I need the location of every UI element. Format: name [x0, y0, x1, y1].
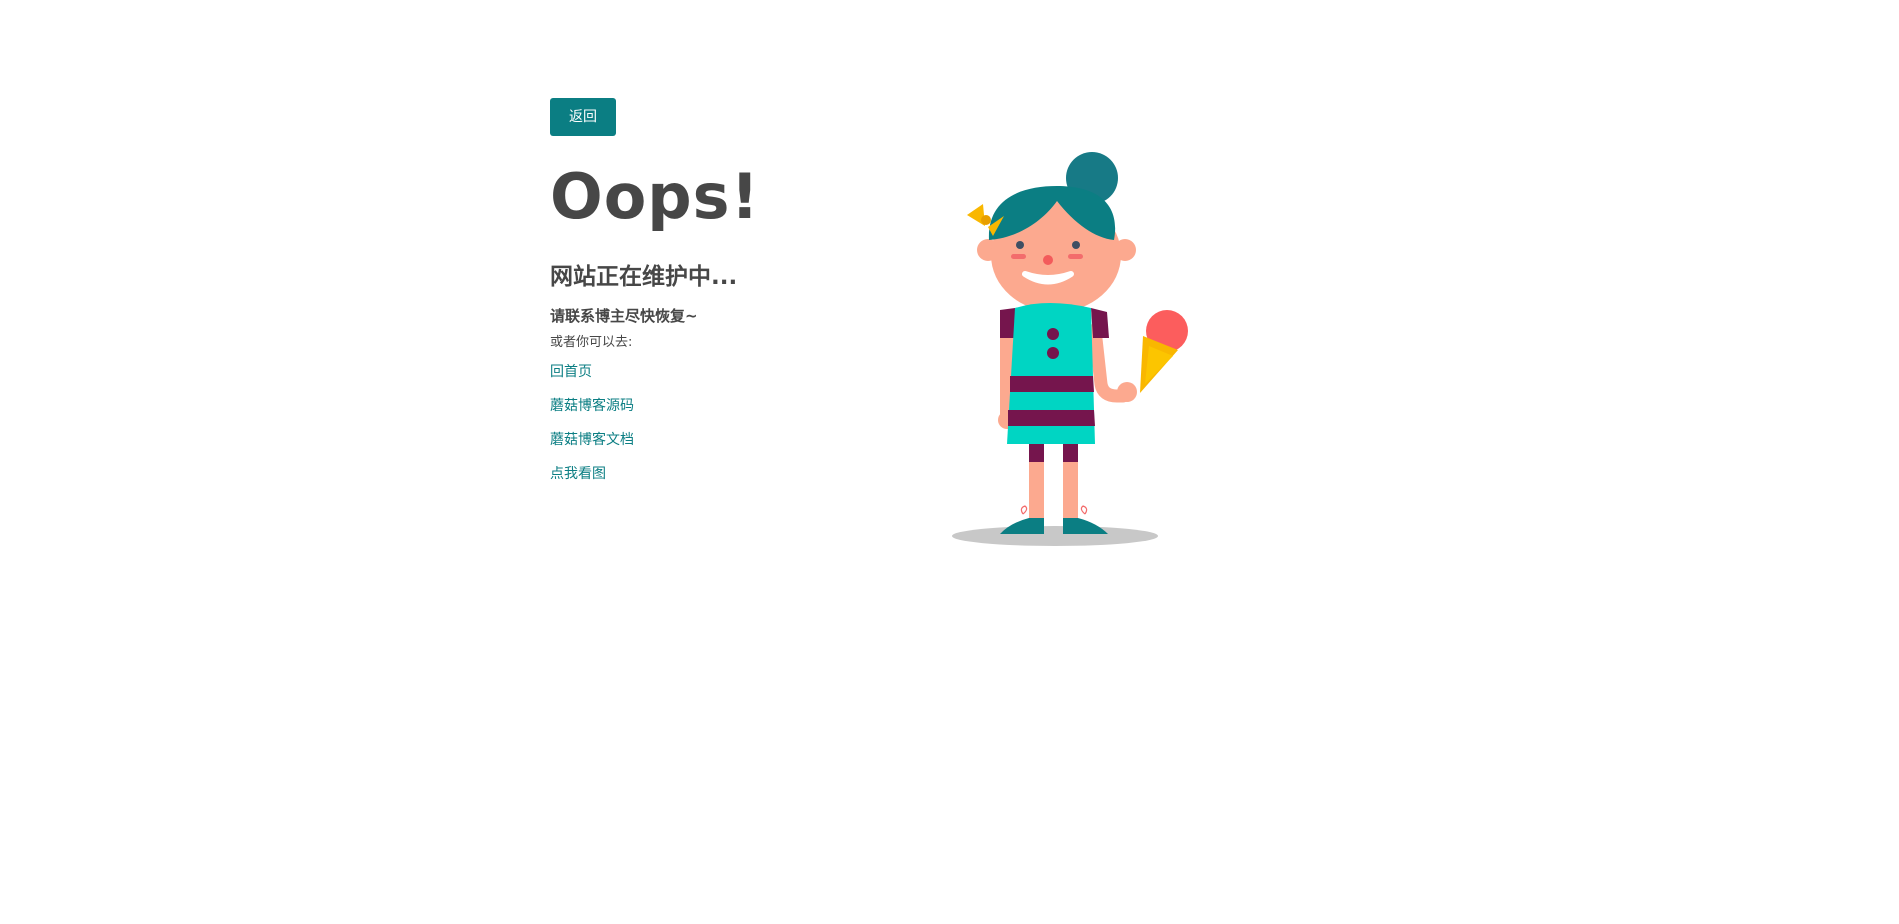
source-code-link[interactable]: 蘑菇博客源码 [550, 398, 634, 414]
right-shoe [1063, 518, 1108, 534]
back-button[interactable]: 返回 [550, 98, 616, 136]
content-panel: 返回 Oops! 网站正在维护中... 请联系博主尽快恢复~ 或者你可以去: 回… [550, 98, 850, 498]
page-title: Oops! [550, 160, 760, 233]
right-sleeve [1091, 308, 1109, 338]
ice-cream-icon [1140, 310, 1188, 393]
right-cheek [1068, 254, 1083, 259]
right-eye [1072, 241, 1080, 249]
alternatives-label: 或者你可以去: [550, 335, 633, 350]
pictures-link[interactable]: 点我看图 [550, 466, 606, 482]
list-item: 回首页 [550, 362, 850, 381]
contact-message: 请联系博主尽快恢复~ [550, 307, 698, 325]
dress-stripe-top [1010, 376, 1094, 392]
right-hand [1117, 382, 1137, 402]
list-item: 蘑菇博客源码 [550, 396, 850, 415]
list-item: 蘑菇博客文档 [550, 430, 850, 449]
maintenance-page: 返回 Oops! 网站正在维护中... 请联系博主尽快恢复~ 或者你可以去: 回… [0, 0, 1899, 924]
right-arm [1088, 323, 1130, 403]
girl-with-ice-cream-illustration [952, 152, 1188, 546]
home-link[interactable]: 回首页 [550, 364, 592, 380]
left-sleeve [1000, 308, 1015, 338]
right-short [1063, 444, 1078, 462]
left-shoe [1000, 518, 1044, 534]
dress-button-bottom [1047, 347, 1059, 359]
right-sock-frill [1080, 505, 1088, 515]
left-eye [1016, 241, 1024, 249]
dress-button-top [1047, 328, 1059, 340]
left-cheek [1011, 254, 1026, 259]
smile [1022, 271, 1074, 285]
maintenance-message: 网站正在维护中... [550, 264, 738, 290]
alternative-links: 回首页 蘑菇博客源码 蘑菇博客文档 点我看图 [550, 362, 850, 483]
nose [1043, 255, 1053, 265]
dress-stripe-bottom [1008, 410, 1095, 426]
left-short [1029, 444, 1044, 462]
shadow [952, 526, 1158, 546]
left-sock-frill [1020, 505, 1028, 515]
list-item: 点我看图 [550, 464, 850, 483]
docs-link[interactable]: 蘑菇博客文档 [550, 432, 634, 448]
